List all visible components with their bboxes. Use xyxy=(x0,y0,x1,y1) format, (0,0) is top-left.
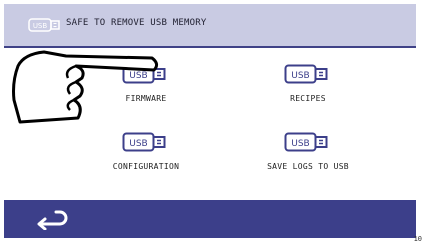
save-logs-label: SAVE LOGS TO USB xyxy=(267,162,349,171)
usb-stick-icon: USB xyxy=(122,132,166,152)
save-logs-button[interactable]: USB SAVE LOGS TO USB xyxy=(238,132,378,192)
pointing-hand-icon xyxy=(12,50,159,124)
configuration-button[interactable]: USB CONFIGURATION xyxy=(76,132,216,192)
usb-stick-icon: USB xyxy=(284,132,328,152)
back-arrow-icon[interactable] xyxy=(32,208,68,230)
usb-icon-text: USB xyxy=(291,139,309,149)
usb-icon-text: USB xyxy=(33,22,48,30)
usb-menu-screen: USB SAFE TO REMOVE USB MEMORY USB FIRMWA… xyxy=(4,4,416,238)
recipes-button[interactable]: USB RECIPES xyxy=(238,64,378,124)
page-title: SAFE TO REMOVE USB MEMORY xyxy=(66,18,207,28)
usb-stick-icon: USB xyxy=(28,18,60,32)
corner-number: 10 xyxy=(413,235,422,243)
recipes-label: RECIPES xyxy=(290,94,326,103)
footer-bar xyxy=(4,200,416,238)
usb-icon-text: USB xyxy=(291,71,309,81)
usb-icon-text: USB xyxy=(129,139,147,149)
configuration-label: CONFIGURATION xyxy=(112,162,180,171)
usb-stick-icon: USB xyxy=(284,64,328,84)
header-bar: USB SAFE TO REMOVE USB MEMORY xyxy=(4,4,416,48)
